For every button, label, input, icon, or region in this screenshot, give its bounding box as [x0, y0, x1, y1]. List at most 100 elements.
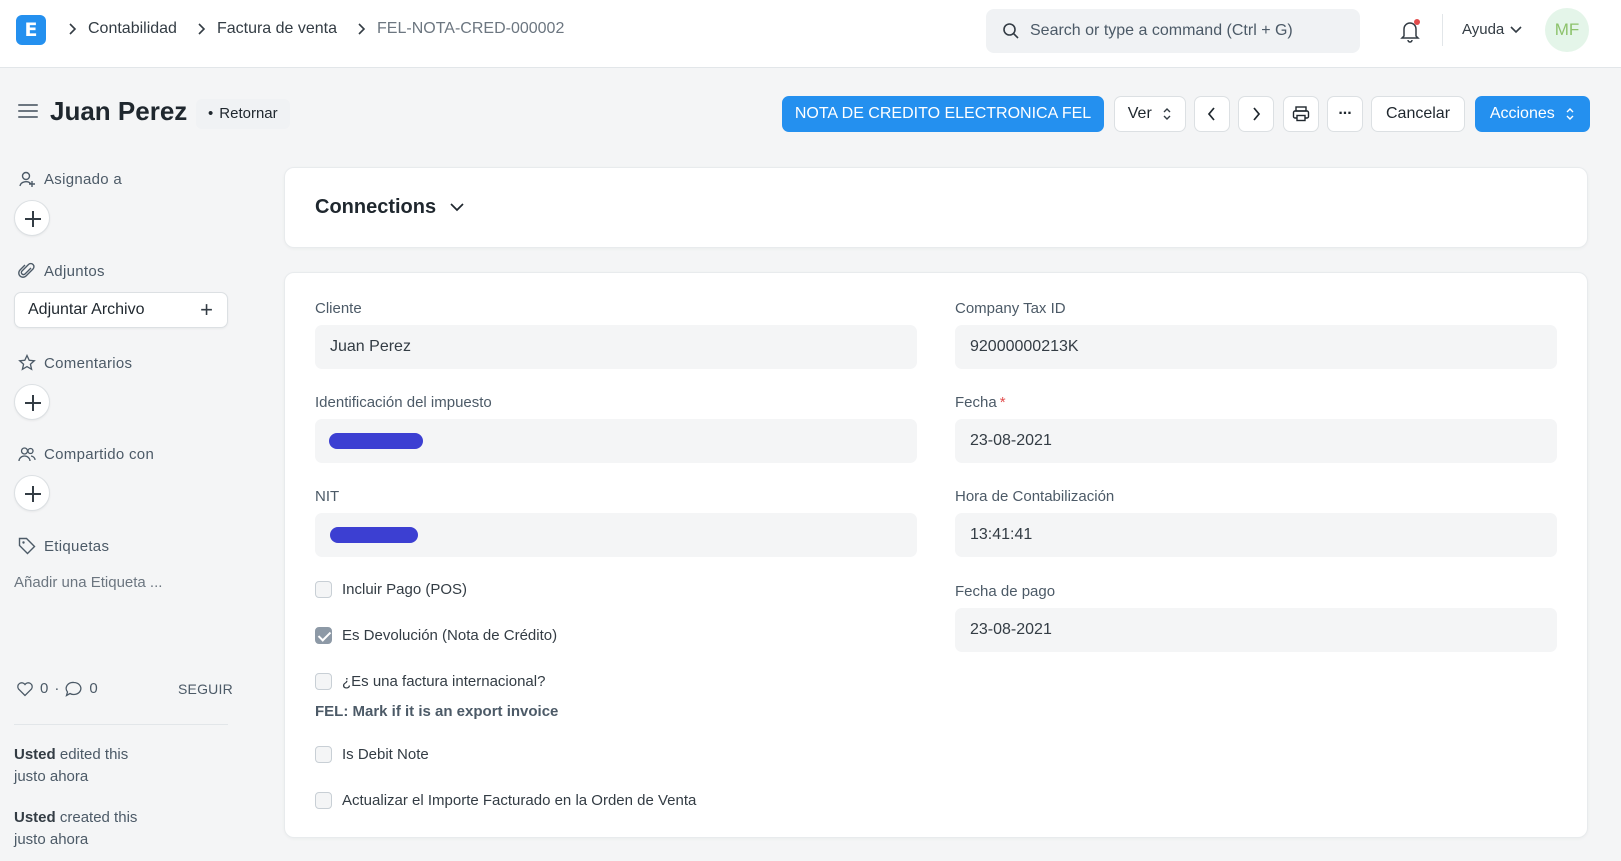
view-button-label: Ver: [1127, 105, 1152, 122]
attachments-section: Adjuntos: [18, 262, 105, 280]
comments-label: Comentarios: [44, 354, 133, 372]
breadcrumb: Contabilidad Factura de venta FEL-NOTA-C…: [62, 20, 578, 38]
app-logo[interactable]: E: [16, 15, 46, 45]
nit-field[interactable]: [315, 513, 917, 557]
sidebar-toggle-icon[interactable]: [18, 104, 38, 120]
add-share-button[interactable]: [14, 475, 50, 511]
breadcrumb-factura-de-venta[interactable]: Factura de venta: [217, 20, 337, 38]
checkbox-label: Actualizar el Importe Facturado en la Or…: [342, 792, 697, 809]
international-invoice-checkbox[interactable]: ¿Es una factura internacional?: [315, 673, 545, 690]
include-payment-checkbox[interactable]: Incluir Pago (POS): [315, 581, 467, 598]
breadcrumb-current-doc[interactable]: FEL-NOTA-CRED-000002: [377, 20, 564, 38]
chevron-left-icon: [1207, 107, 1215, 121]
checkbox-box[interactable]: [315, 792, 332, 809]
add-assignee-button[interactable]: [14, 200, 50, 236]
view-dropdown-button[interactable]: Ver: [1114, 96, 1186, 132]
chevron-down-icon: [1510, 25, 1522, 33]
checkbox-box[interactable]: [315, 673, 332, 690]
company-tax-id-label: Company Tax ID: [955, 300, 1066, 317]
navbar: E Contabilidad Factura de venta FEL-NOTA…: [0, 0, 1621, 68]
search-icon: [1003, 23, 1019, 39]
timeline-action: created this: [59, 809, 138, 826]
search-input[interactable]: [1030, 9, 1350, 53]
tag-icon: [18, 537, 36, 555]
breadcrumb-contabilidad[interactable]: Contabilidad: [88, 20, 177, 38]
shared-with-label: Compartido con: [44, 445, 155, 463]
timeline-item: Usted edited this justo ahora: [14, 744, 128, 788]
likes-comments-counter: 0 · 0: [16, 680, 98, 697]
debit-note-checkbox[interactable]: Is Debit Note: [315, 746, 429, 763]
user-avatar[interactable]: MF: [1545, 8, 1589, 52]
checkbox-label: ¿Es una factura internacional?: [342, 673, 546, 690]
likes-count: 0: [40, 680, 49, 697]
comments-section: Comentarios: [18, 354, 132, 372]
connections-toggle[interactable]: Connections: [315, 196, 464, 219]
tax-id-label: Identificación del impuesto: [315, 394, 492, 411]
next-doc-button[interactable]: [1238, 96, 1274, 132]
connections-title: Connections: [315, 196, 437, 218]
more-options-label: ...: [1338, 101, 1352, 118]
timeline-time: justo ahora: [14, 768, 89, 785]
sort-updown-icon: [1566, 107, 1574, 120]
more-options-button[interactable]: ...: [1327, 96, 1363, 132]
plus-icon: +: [200, 297, 213, 322]
chevron-right-icon: [351, 20, 371, 38]
checkbox-label: Is Debit Note: [342, 746, 429, 763]
export-invoice-help: FEL: Mark if it is an export invoice: [315, 703, 559, 720]
company-tax-id-field[interactable]: 92000000213K: [955, 325, 1557, 369]
fecha-field[interactable]: 23-08-2021: [955, 419, 1557, 463]
user-add-icon: [19, 171, 35, 187]
heart-icon[interactable]: [16, 681, 34, 697]
assigned-to-section: Asignado a: [18, 170, 122, 188]
timeline-action: edited this: [59, 746, 129, 763]
fel-credit-note-button[interactable]: NOTA DE CREDITO ELECTRONICA FEL: [782, 96, 1104, 132]
timeline-user[interactable]: Usted: [14, 746, 56, 763]
assigned-to-label: Asignado a: [44, 170, 123, 188]
checkbox-box[interactable]: [315, 581, 332, 598]
notification-dot: [1414, 19, 1420, 25]
fecha-label: Fecha *: [955, 394, 1006, 411]
actions-button-label: Acciones: [1489, 105, 1555, 122]
attach-file-button[interactable]: Adjuntar Archivo +: [14, 292, 228, 328]
checkbox-box-checked[interactable]: [315, 627, 332, 644]
checkbox-box[interactable]: [315, 746, 332, 763]
checkbox-label: Es Devolución (Nota de Crédito): [342, 627, 558, 644]
redaction-mark: [329, 433, 423, 449]
cliente-field[interactable]: Juan Perez: [315, 325, 917, 369]
posting-time-label: Hora de Contabilización: [955, 488, 1115, 505]
timeline-time: justo ahora: [14, 831, 89, 848]
invoice-form-card: Cliente Juan Perez Identificación del im…: [284, 272, 1588, 838]
sort-updown-icon: [1163, 107, 1171, 120]
timeline-user[interactable]: Usted: [14, 809, 56, 826]
update-billed-amount-checkbox[interactable]: Actualizar el Importe Facturado en la Or…: [315, 792, 696, 809]
print-button[interactable]: [1283, 96, 1319, 132]
printer-icon: [1292, 106, 1310, 121]
due-date-field[interactable]: 23-08-2021: [955, 608, 1557, 652]
help-label: Ayuda: [1462, 21, 1505, 38]
tags-section: Etiquetas: [18, 537, 109, 555]
tax-id-field[interactable]: [315, 419, 917, 463]
is-return-checkbox[interactable]: Es Devolución (Nota de Crédito): [315, 627, 557, 644]
status-badge: Retornar: [196, 99, 290, 129]
follow-button[interactable]: SEGUIR: [178, 681, 233, 697]
redaction-mark: [330, 527, 418, 543]
nit-label: NIT: [315, 488, 340, 505]
shared-with-section: Compartido con: [18, 445, 154, 463]
required-marker: *: [999, 394, 1006, 411]
help-dropdown[interactable]: Ayuda: [1462, 21, 1522, 38]
timeline-item: Usted created this justo ahora: [14, 807, 137, 851]
cliente-label: Cliente: [315, 300, 362, 317]
comment-bubble-icon: [65, 681, 82, 697]
add-tag-link[interactable]: Añadir una Etiqueta ...: [14, 574, 162, 591]
previous-doc-button[interactable]: [1194, 96, 1230, 132]
notifications-bell-icon[interactable]: [1398, 18, 1422, 44]
cancel-button[interactable]: Cancelar: [1371, 96, 1465, 132]
paperclip-icon: [18, 262, 35, 278]
connections-card: Connections: [284, 167, 1588, 248]
star-icon: [18, 354, 36, 371]
posting-time-field[interactable]: 13:41:41: [955, 513, 1557, 557]
chevron-right-icon: [62, 20, 82, 38]
actions-dropdown-button[interactable]: Acciones: [1475, 96, 1590, 132]
add-comment-button[interactable]: [14, 384, 50, 420]
search-bar[interactable]: [986, 9, 1360, 53]
